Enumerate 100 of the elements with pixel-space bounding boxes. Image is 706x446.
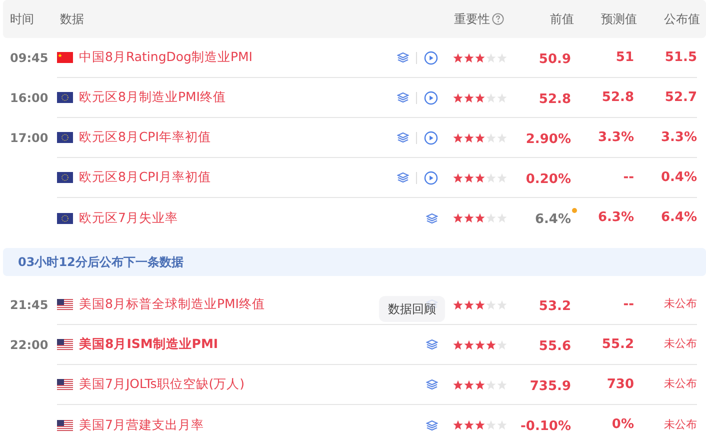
flag-icon (57, 420, 73, 430)
flag-icon (57, 299, 73, 310)
event-name[interactable]: 欧元区8月CPI年率初值 (79, 128, 211, 147)
event-time: 22:00 (10, 337, 48, 354)
actual-value: 未公布 (664, 296, 697, 312)
column-header: 公布值 (663, 11, 700, 28)
star-icon (475, 380, 485, 390)
previous-value: 6.4% (534, 212, 571, 227)
star-icon (486, 172, 496, 182)
flag-icon (57, 92, 73, 103)
previous-value: -0.10% (520, 419, 571, 434)
event-name[interactable]: 美国7月营建支出月率 (79, 416, 204, 434)
star-icon (497, 420, 507, 430)
star-icon (453, 213, 463, 223)
star-icon (464, 92, 474, 102)
forecast-value: 3.3% (598, 128, 634, 147)
event-name[interactable]: 美国8月ISM制造业PMI (79, 335, 218, 354)
column-header: 数据 (60, 11, 85, 28)
forecast-value: 51 (616, 48, 634, 67)
event-name[interactable]: 欧元区8月CPI月率初值 (79, 168, 211, 187)
flag-icon (57, 172, 73, 183)
star-icon (453, 172, 463, 182)
forecast-value: 55.2 (602, 336, 634, 354)
star-icon (453, 92, 463, 102)
forecast-value: -- (623, 168, 634, 187)
forecast-value: 0% (612, 416, 634, 434)
previous-value: 50.9 (538, 52, 571, 66)
star-icon (464, 132, 474, 142)
previous-value: 2.90% (526, 132, 571, 146)
star-icon (475, 132, 485, 142)
star-icon (486, 340, 496, 350)
forecast-value: 730 (606, 376, 634, 394)
star-icon (475, 420, 485, 430)
star-icon (497, 213, 507, 223)
star-icon (453, 340, 463, 350)
star-icon (497, 380, 507, 390)
star-icon (453, 132, 463, 142)
column-header: 预测值 (600, 11, 637, 28)
flag-icon (57, 132, 73, 143)
layers-icon[interactable] (397, 172, 409, 183)
actual-value: 未公布 (664, 336, 697, 352)
play-icon[interactable] (424, 130, 438, 144)
column-header: 重要性 (454, 11, 490, 28)
star-icon (486, 380, 496, 390)
event-name[interactable]: 中国8月RatingDog制造业PMI (79, 48, 252, 67)
layers-icon[interactable] (426, 420, 438, 430)
star-icon (475, 340, 485, 350)
star-icon (475, 172, 485, 182)
layers-icon[interactable] (397, 92, 409, 103)
event-time: 17:00 (10, 130, 48, 147)
star-icon (486, 132, 496, 142)
event-name[interactable]: 美国8月标普全球制造业PMI终值 (79, 295, 265, 314)
play-icon[interactable] (424, 50, 438, 64)
star-icon (486, 213, 496, 223)
flag-icon (57, 212, 73, 224)
star-icon (497, 300, 507, 310)
event-name[interactable]: 欧元区7月失业率 (79, 208, 178, 228)
star-icon (486, 300, 496, 310)
star-icon (475, 300, 485, 310)
star-icon (486, 52, 496, 62)
actual-value: 6.4% (660, 209, 697, 228)
play-icon[interactable] (424, 170, 438, 184)
star-icon (497, 340, 507, 350)
layers-icon[interactable] (426, 379, 438, 390)
layers-icon[interactable] (397, 52, 409, 63)
layers-icon[interactable] (397, 132, 409, 143)
previous-value: 735.9 (530, 378, 571, 394)
actual-value: 0.4% (660, 168, 697, 187)
star-icon (486, 420, 496, 430)
star-icon (497, 132, 507, 142)
event-name[interactable]: 欧元区8月制造业PMI终值 (79, 88, 226, 107)
flag-icon (57, 52, 73, 63)
play-icon[interactable] (424, 90, 438, 104)
star-icon (464, 420, 474, 430)
previous-value: 52.8 (538, 92, 571, 106)
previous-value: 0.20% (526, 172, 571, 186)
previous-value: 55.6 (538, 338, 571, 354)
actual-value: 未公布 (664, 376, 697, 392)
tooltip: 数据回顾 (379, 296, 445, 322)
star-icon (464, 213, 474, 223)
star-icon (464, 380, 474, 390)
layers-icon[interactable] (426, 339, 438, 350)
event-name[interactable]: 美国7月JOLTs职位空缺(万人) (79, 375, 245, 394)
flag-icon (57, 379, 73, 390)
actual-value: 51.5 (664, 48, 697, 67)
layers-icon[interactable] (426, 212, 438, 224)
star-icon (464, 300, 474, 310)
star-icon (497, 52, 507, 62)
help-icon[interactable] (492, 13, 504, 25)
column-header: 前值 (549, 11, 574, 28)
forecast-value: 6.3% (598, 209, 634, 228)
countdown-banner: 03小时12分后公布下一条数据 (3, 248, 706, 276)
star-icon (486, 92, 496, 102)
column-header: 时间 (9, 11, 35, 28)
forecast-value: -- (623, 296, 634, 314)
actual-value: 3.3% (660, 128, 697, 147)
star-icon (453, 380, 463, 390)
actual-value: 52.7 (664, 88, 697, 107)
star-icon (464, 52, 474, 62)
forecast-value: 52.8 (602, 88, 634, 107)
